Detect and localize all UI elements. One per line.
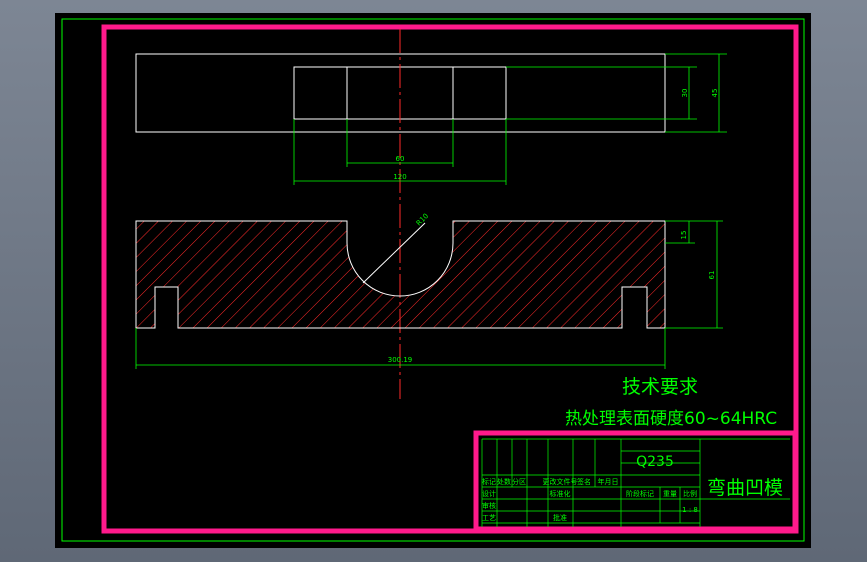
rev-col-3: 分区 <box>512 477 526 486</box>
dim-60: 60 <box>396 155 405 163</box>
dim-61: 61 <box>708 271 716 280</box>
standardize-label: 标准化 <box>550 489 571 498</box>
rev-col-1: 标记 <box>482 477 496 486</box>
stage-mark-label: 阶段标记 <box>626 489 654 498</box>
dim-30: 30 <box>681 89 689 98</box>
tech-req-heading: 技术要求 <box>622 376 698 398</box>
rev-col-5: 签名 <box>577 477 591 486</box>
check-label: 审核 <box>482 501 496 510</box>
drawing-canvas: 30 45 60 120 R10 15 61 300.19 技术要求 热处理表面… <box>61 18 805 542</box>
scale-value: 1 : 8 <box>682 506 698 514</box>
process-label: 工艺 <box>482 514 496 522</box>
dim-radius: R10 <box>415 212 430 227</box>
weight-label: 重量 <box>663 490 677 498</box>
design-label: 设计 <box>482 489 496 498</box>
dim-120: 120 <box>393 173 406 181</box>
rev-col-2: 处数 <box>497 477 511 486</box>
dim-300: 300.19 <box>388 356 413 364</box>
dim-15: 15 <box>680 231 688 240</box>
material-label: Q235 <box>636 454 674 470</box>
rev-col-4: 更改文件号 <box>543 477 578 486</box>
radius-leader <box>362 222 426 284</box>
rev-col-6: 年月日 <box>598 477 619 486</box>
approve-label: 批准 <box>553 513 567 522</box>
tech-req-line: 热处理表面硬度60~64HRC <box>565 409 777 429</box>
cad-viewport[interactable]: 30 45 60 120 R10 15 61 300.19 技术要求 热处理表面… <box>55 13 811 548</box>
scale-label: 比例 <box>683 489 697 498</box>
drawing-title: 弯曲凹模 <box>707 477 783 499</box>
dim-45: 45 <box>711 89 719 98</box>
